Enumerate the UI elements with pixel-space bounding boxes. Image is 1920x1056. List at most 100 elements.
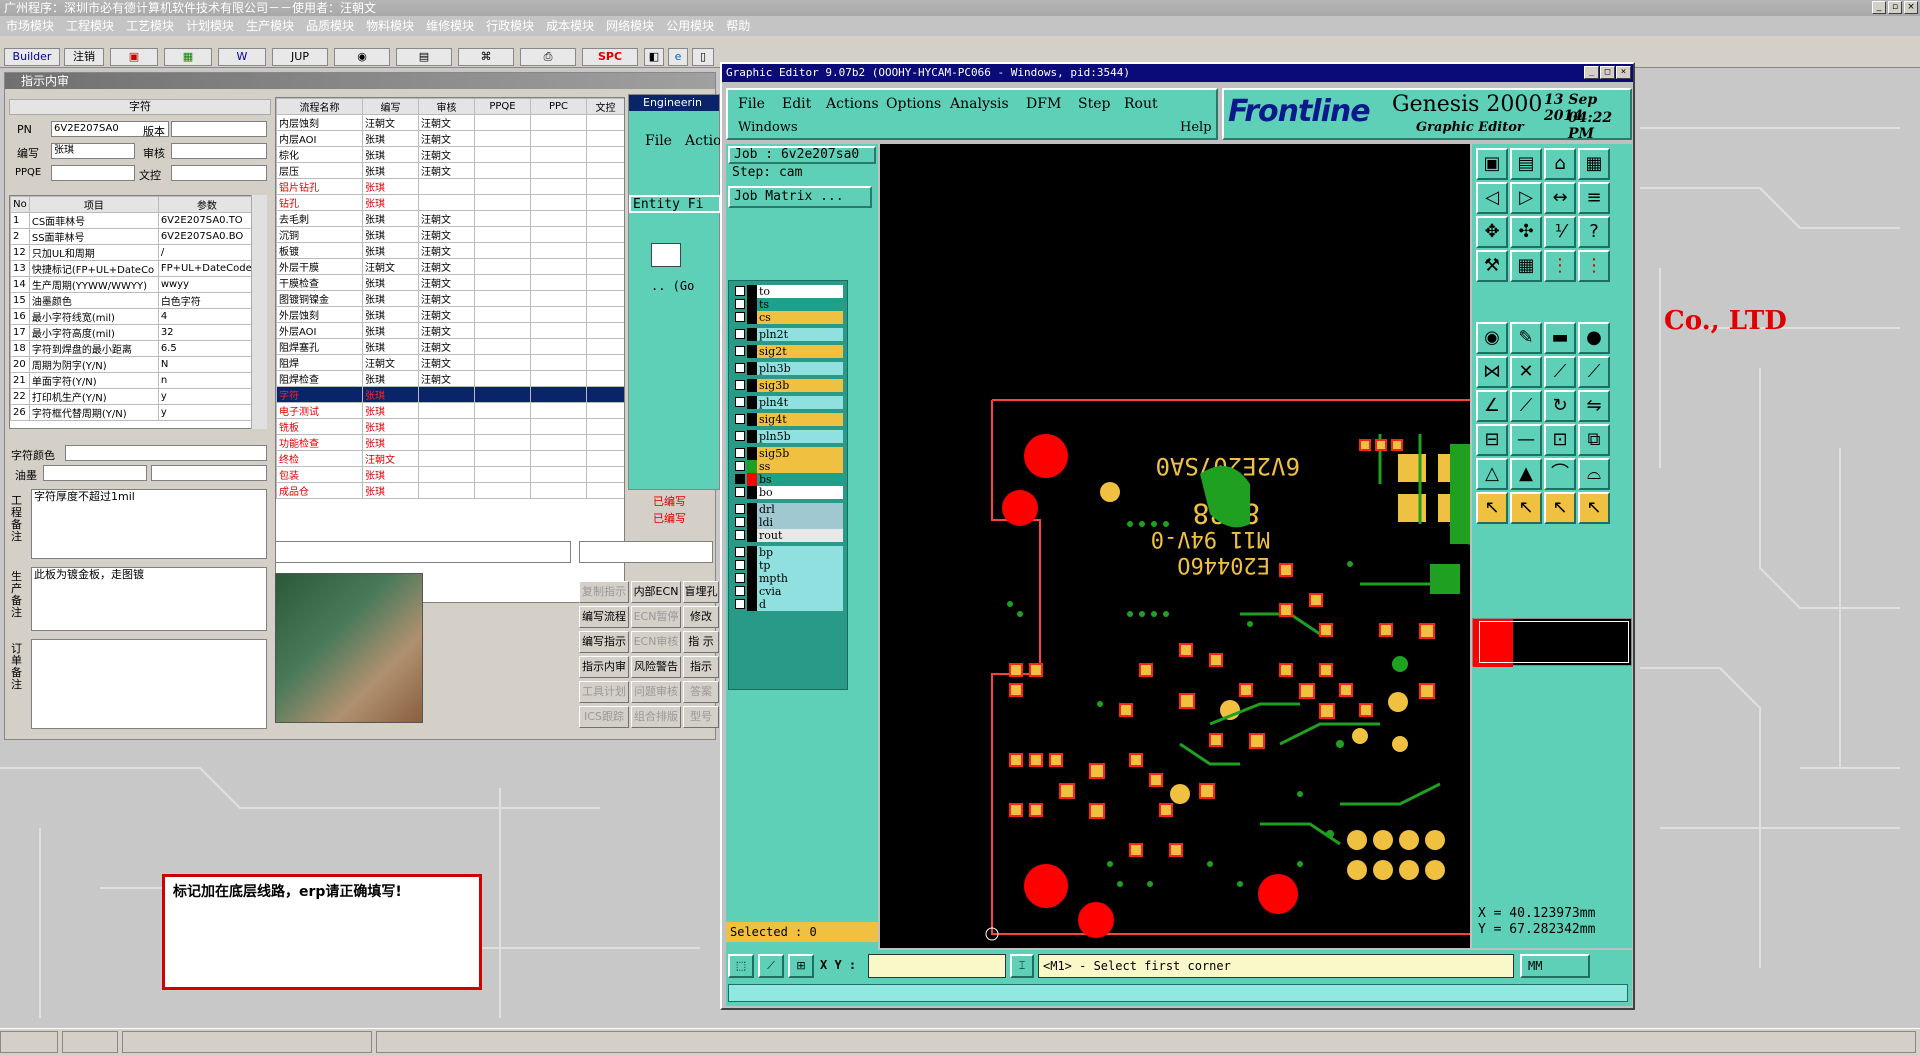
layer-checkbox[interactable] [735,363,745,373]
rotate-icon[interactable]: ↻ [1544,390,1576,422]
action-button[interactable]: 内部ECN [631,581,681,603]
ppqe-field[interactable] [51,165,135,181]
action-button[interactable]: 复制指示 [579,581,629,603]
version-field[interactable] [171,121,267,137]
ge-menu-rout[interactable]: Rout [1124,96,1158,112]
table-row[interactable]: 18 字符到焊盘的最小距离 6.5 [10,340,257,357]
entity-filter[interactable]: Entity Fi [629,195,721,213]
eng-note-field[interactable]: 字符厚度不超过1mil [31,489,267,559]
grid-icon[interactable]: ▦ [1510,250,1542,282]
menu-item[interactable]: 维修模块 [420,19,480,33]
flow-col-header[interactable]: 文控 [586,98,624,115]
ge-menu-file[interactable]: File [738,96,765,112]
restore-button[interactable]: ▫ [1888,1,1902,14]
layer-checkbox[interactable] [735,586,745,596]
go-up-item[interactable]: .. (Go [651,279,694,293]
camera-icon[interactable]: ◉ [1476,322,1508,354]
pointer3-icon[interactable]: ↖ [1544,492,1576,524]
action-button[interactable]: 指 示 [683,631,719,653]
table-row[interactable]: 16 最小字符线宽(mil) 4 [10,308,257,325]
table-row[interactable]: 去毛刺 张琪 汪朝文 [276,210,624,227]
ge-menu-actions[interactable]: Actions [826,96,879,112]
snap-red2-icon[interactable]: ⋮ [1578,250,1610,282]
ge-menu-options[interactable]: Options [886,96,941,112]
table-row[interactable]: 内层蚀刻 汪朝文 汪朝文 [276,114,624,131]
layer-checkbox[interactable] [735,461,745,471]
menu-item[interactable]: 品质模块 [300,19,360,33]
layer-row-bo[interactable]: bo [733,486,845,499]
docctl-field[interactable] [171,165,267,181]
action-button[interactable]: 问题审核 [631,681,681,703]
layer-row-ts[interactable]: ts [733,298,845,311]
ink-field-2[interactable] [151,465,267,481]
pointer4-icon[interactable]: ↖ [1578,492,1610,524]
zoom-prev-icon[interactable]: ◁ [1476,182,1508,214]
close-button[interactable]: × [1904,1,1918,14]
param-col-header[interactable]: No [10,196,30,213]
layer-checkbox[interactable] [735,431,745,441]
pointer-icon[interactable]: ⌶ [1010,954,1034,978]
load-icon[interactable]: ▤ [1510,148,1542,180]
table-row[interactable]: 26 字符框代替周期(Y/N) y [10,404,257,421]
ge-menu-dfm[interactable]: DFM [1026,96,1061,112]
view-icon[interactable]: ◉ [334,48,390,66]
search-combo-2[interactable] [579,541,713,563]
layer-checkbox[interactable] [735,560,745,570]
document-icon[interactable]: ▤ [396,48,452,66]
ge-menu-windows[interactable]: Windows [738,120,798,135]
layer-row-sig3b[interactable]: sig3b [733,379,845,392]
ruler-icon[interactable]: ▬ [1544,322,1576,354]
ge-close-button[interactable]: × [1616,66,1631,79]
window-icon[interactable]: ▦ [1578,148,1610,180]
layer-checkbox[interactable] [735,299,745,309]
table-row[interactable]: 棕化 张琪 汪朝文 [276,146,624,163]
action-button[interactable]: 组合排版 [631,706,681,728]
spc-button[interactable]: SPC [582,48,638,66]
layer-checkbox[interactable] [735,346,745,356]
order-note-field[interactable] [31,639,267,729]
editor-field[interactable]: 张琪 [51,143,135,159]
table-row[interactable]: 外层蚀刻 张琪 汪朝文 [276,306,624,323]
triangle-icon[interactable]: △ [1476,458,1508,490]
param-col-header[interactable]: 参数 [157,196,257,213]
menu-item[interactable]: 物料模块 [360,19,420,33]
layer-row-rout[interactable]: rout [733,529,845,542]
pcb-canvas[interactable]: E20446O M11 94V-0 8888 6V2E207SA0 [880,144,1470,948]
table-row[interactable]: 外层干膜 汪朝文 汪朝文 [276,258,624,275]
layer-row-pln4t[interactable]: pln4t [733,396,845,409]
cross-icon[interactable]: ✕ [1510,356,1542,388]
table-row[interactable]: 21 单面字符(Y/N) n [10,372,257,389]
table-row[interactable]: 1 CS面菲林号 6V2E207SA0.TO [10,212,257,229]
table-row[interactable]: 外层AOI 张琪 汪朝文 [276,322,624,339]
layer-checkbox[interactable] [735,380,745,390]
table-row[interactable]: 层压 张琪 汪朝文 [276,162,624,179]
angle-icon[interactable]: ∠ [1476,390,1508,422]
table-row[interactable]: 成品仓 张琪 [276,482,624,499]
select-icon[interactable]: ⧉ [1578,424,1610,456]
menu-item[interactable]: 工艺模块 [120,19,180,33]
menu-item[interactable]: 工程模块 [60,19,120,33]
action-button[interactable]: 编写指示 [579,631,629,653]
table-row[interactable]: 13 快捷标记(FP+UL+DateCo FP+UL+DateCode [10,260,257,277]
connect-icon[interactable]: ⋈ [1476,356,1508,388]
table-row[interactable]: 17 最小字符高度(mil) 32 [10,324,257,341]
table-row[interactable]: 阻焊检查 张琪 汪朝文 [276,370,624,387]
param-col-header[interactable]: 项目 [28,196,159,213]
layer-row-tp[interactable]: tp [733,559,845,572]
action-button[interactable]: 工具计划 [579,681,629,703]
layer-row-cs[interactable]: cs [733,311,845,324]
layer-checkbox[interactable] [735,599,745,609]
action-button[interactable]: 型号 [683,706,719,728]
layer-row-pln2t[interactable]: pln2t [733,328,845,341]
table-row[interactable]: 图镀铜镍金 张琪 汪朝文 [276,290,624,307]
zoom-area-icon[interactable]: ⬚ [728,954,754,978]
layer-row-ss[interactable]: ss [733,460,845,473]
menu-item[interactable]: 公用模块 [660,19,720,33]
flow-col-header[interactable]: 编写 [362,98,419,115]
layer-row-mpth[interactable]: mpth [733,572,845,585]
tool-b-icon[interactable]: ▯ [692,48,714,66]
action-button[interactable]: ICS跟踪 [579,706,629,728]
arc-icon[interactable]: ⌒ [1544,458,1576,490]
layer-row-sig2t[interactable]: sig2t [733,345,845,358]
layer-checkbox[interactable] [735,312,745,322]
